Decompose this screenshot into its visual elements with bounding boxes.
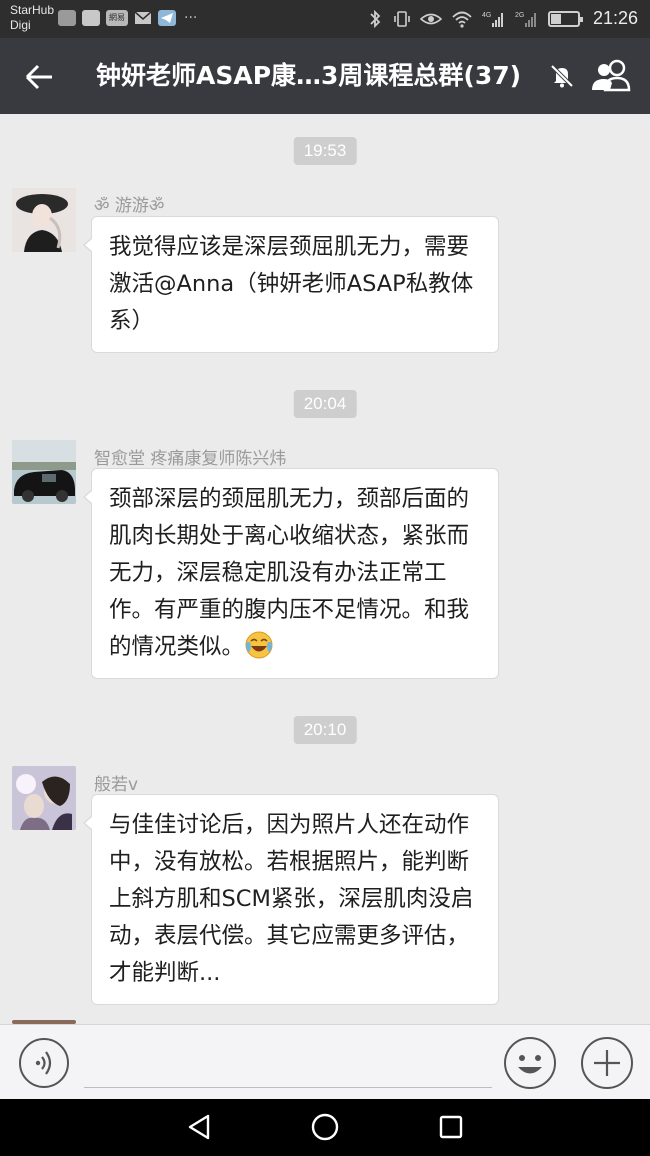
- message-input-bar: [0, 1024, 650, 1099]
- timestamp: 20:04: [293, 390, 357, 418]
- carrier-label: StarHub Digi: [10, 3, 54, 33]
- svg-text:2G: 2G: [515, 12, 524, 19]
- sender-name: ॐ 游游ॐ: [94, 196, 165, 216]
- signal-sim1-icon: 4G: [482, 12, 503, 27]
- avatar[interactable]: [12, 766, 76, 830]
- message-input[interactable]: [84, 1087, 492, 1088]
- sender-name: 智愈堂 疼痛康复师陈兴炜: [94, 449, 287, 469]
- signal-sim2-icon: 2G: [515, 12, 536, 27]
- wifi-icon: [452, 11, 472, 28]
- telegram-icon: [158, 10, 176, 26]
- notification-icons: 網易 ···: [58, 10, 197, 26]
- message-text: 我觉得应该是深层颈屈肌无力，需要激活@Anna（钟妍老师ASAP私教体系）: [109, 234, 474, 334]
- sender-name: 般若v: [94, 775, 139, 795]
- netease-icon: 網易: [106, 10, 128, 26]
- bluetooth-icon: [370, 9, 381, 28]
- carrier-name-2: Digi: [10, 18, 31, 32]
- battery-fill: [550, 13, 562, 24]
- eye-comfort-icon: [419, 13, 442, 24]
- timestamp: 19:53: [293, 137, 357, 165]
- square-recent-icon[interactable]: [438, 1114, 464, 1140]
- message-bubble[interactable]: 与佳佳讨论后，因为照片人还在动作中，没有放松。若根据照片，能判断上斜方肌和SCM…: [83, 794, 499, 1005]
- chat-title: 钟妍老师ASAP康…3周课程总群(37): [96, 61, 522, 90]
- chat-header: 钟妍老师ASAP康…3周课程总群(37): [0, 38, 650, 114]
- carrier-name-1: StarHub: [10, 3, 55, 17]
- message-text: 颈部深层的颈屈肌无力，颈部后面的肌肉长期处于离心收缩状态，紧张而无力，深层稳定肌…: [109, 486, 470, 660]
- system-indicators: 4G 2G 21:26: [366, 8, 638, 29]
- timestamp: 20:10: [293, 716, 357, 744]
- svg-text:4G: 4G: [482, 12, 491, 19]
- status-bar: StarHub Digi 網易 ··· 4G 2G 21:26: [0, 0, 650, 38]
- plus-icon[interactable]: [580, 1036, 634, 1090]
- message-bubble[interactable]: 我觉得应该是深层颈屈肌无力，需要激活@Anna（钟妍老师ASAP私教体系）: [83, 216, 499, 353]
- system-nav-bar: [0, 1099, 650, 1156]
- more-notifications-icon: ···: [184, 10, 198, 26]
- message-bubble[interactable]: 颈部深层的颈屈肌无力，颈部后面的肌肉长期处于离心收缩状态，紧张而无力，深层稳定肌…: [83, 468, 499, 679]
- clock: 21:26: [592, 8, 638, 28]
- triangle-back-icon[interactable]: [186, 1113, 212, 1141]
- avatar[interactable]: [12, 188, 76, 252]
- arrow-left-icon[interactable]: [22, 60, 56, 94]
- smiley-icon[interactable]: [503, 1036, 557, 1090]
- message-text: 与佳佳讨论后，因为照片人还在动作中，没有放松。若根据照片，能判断上斜方肌和SCM…: [109, 812, 474, 986]
- avatar[interactable]: [12, 440, 76, 504]
- group-icon[interactable]: [590, 58, 634, 94]
- mail-app-icon: [82, 10, 100, 26]
- bell-off-icon: [550, 64, 574, 88]
- email-icon: [134, 11, 152, 24]
- battery-icon: [547, 10, 583, 27]
- chat-area[interactable]: 19:53 ॐ 游游ॐ 我觉得应该是深层颈屈肌无力，需要激活@Anna（钟妍老师…: [0, 114, 650, 1024]
- voice-icon[interactable]: [18, 1037, 70, 1089]
- crying-laughing-emoji: [245, 631, 273, 659]
- vibrate-icon: [394, 10, 410, 27]
- circle-home-icon[interactable]: [310, 1112, 340, 1142]
- play-store-icon: [58, 10, 76, 26]
